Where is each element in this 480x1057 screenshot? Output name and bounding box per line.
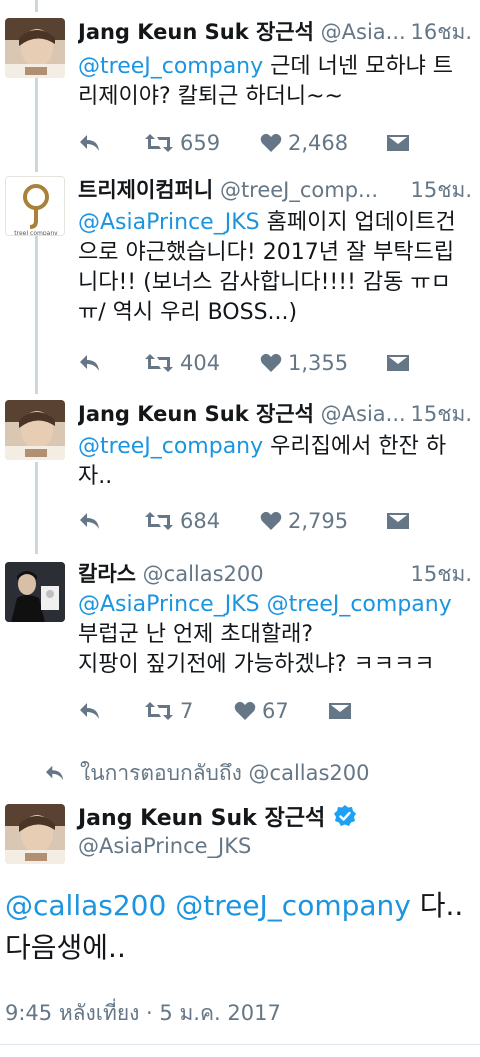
author-handle[interactable]: @callas200 <box>143 562 264 586</box>
focus-avatar[interactable] <box>5 804 65 864</box>
like-button[interactable]: 2,468 <box>260 128 348 158</box>
reply-context[interactable]: ในการตอบกลับถึง @callas200 <box>44 758 370 788</box>
retweet-button[interactable]: 7 <box>144 696 193 726</box>
tweet-header: Jang Keun Suk 장근석 @Asia... 15ชม. <box>78 396 472 432</box>
like-count: 2,468 <box>288 131 349 155</box>
reply-arrow-icon <box>80 135 99 151</box>
avatar[interactable]: treeJ company <box>5 176 65 236</box>
mention-link[interactable]: @treeJ_company <box>78 54 263 79</box>
retweet-button[interactable]: 659 <box>144 128 220 158</box>
author-handle[interactable]: @treeJ_comp... <box>220 178 378 202</box>
focus-name-text: Jang Keun Suk 장근석 <box>78 806 326 831</box>
tweet-header: Jang Keun Suk 장근석 @Asia... 16ชม. <box>78 14 472 50</box>
tweet-actions: 404 1,355 <box>78 348 478 378</box>
mention-link[interactable]: @callas200 <box>5 889 166 922</box>
envelope-icon <box>387 355 409 371</box>
divider <box>0 1044 480 1045</box>
reply-button[interactable] <box>78 128 108 158</box>
author-name[interactable]: Jang Keun Suk 장근석 <box>78 20 314 44</box>
like-button[interactable]: 67 <box>234 696 289 726</box>
focus-tweet-text: @callas200 @treeJ_company 다..다음생에.. <box>5 885 472 969</box>
thread-line-top <box>35 0 38 12</box>
reply-arrow-icon <box>80 355 99 371</box>
tweet-actions: 7 67 <box>78 696 478 726</box>
focus-author-handle[interactable]: @AsiaPrince_JKS <box>78 834 251 858</box>
tweet-2[interactable]: treeJ company 트리제이컴퍼니 @treeJ_comp... 15ช… <box>0 172 480 394</box>
author-handle[interactable]: @Asia... <box>321 402 406 426</box>
retweet-button[interactable]: 684 <box>144 506 220 536</box>
author-name[interactable]: 칼라스 <box>78 562 136 586</box>
envelope-icon <box>387 513 409 529</box>
tweet-text-line: 부럽군 난 언제 초대할래? <box>78 622 314 647</box>
author-handle[interactable]: @Asia... <box>321 20 406 44</box>
avatar[interactable] <box>5 18 65 78</box>
reply-button[interactable] <box>78 506 108 536</box>
like-button[interactable]: 1,355 <box>260 348 348 378</box>
tweet-text: @treeJ_company 근데 너넨 모하냐 트리제이야? 칼퇴근 하더니~… <box>78 52 470 112</box>
tweet-text-line: 지팡이 짚기전에 가능하겠냐? ㅋㅋㅋㅋ <box>78 652 435 677</box>
tweet-time[interactable]: 15ชม. <box>404 556 472 592</box>
like-count: 1,355 <box>288 351 349 375</box>
retweet-count: 659 <box>180 131 221 155</box>
tweet-3[interactable]: Jang Keun Suk 장근석 @Asia... 15ชม. @treeJ_… <box>0 396 480 544</box>
svg-text:treeJ company: treeJ company <box>14 230 58 236</box>
tweet-text: @AsiaPrince_JKS 홈페이지 업데이트건으로 야근했습니다! 201… <box>78 208 470 328</box>
retweet-count: 684 <box>180 509 221 533</box>
reply-arrow-icon <box>80 703 99 719</box>
tweet-time[interactable]: 15ชม. <box>404 396 472 432</box>
dm-button[interactable] <box>386 506 416 536</box>
tweet-1[interactable]: Jang Keun Suk 장근석 @Asia... 16ชม. @treeJ_… <box>0 14 480 164</box>
author-name[interactable]: 트리제이컴퍼니 <box>78 178 213 202</box>
mention-link[interactable]: @AsiaPrince_JKS <box>78 210 260 235</box>
heart-icon <box>260 133 282 152</box>
tweet-text: @treeJ_company 우리집에서 한잔 하자.. <box>78 432 470 492</box>
reply-button[interactable] <box>78 696 108 726</box>
retweet-icon <box>145 512 173 530</box>
envelope-icon <box>329 703 351 719</box>
reply-context-text: ในการตอบกลับถึง @callas200 <box>80 760 370 785</box>
author-name[interactable]: Jang Keun Suk 장근석 <box>78 402 314 426</box>
retweet-count: 7 <box>180 699 194 723</box>
focus-author-name[interactable]: Jang Keun Suk 장근석 <box>78 800 357 832</box>
avatar[interactable] <box>5 400 65 460</box>
verified-badge-icon <box>334 805 357 826</box>
tweet-time[interactable]: 15ชม. <box>404 172 472 208</box>
tweet-header: 트리제이컴퍼니 @treeJ_comp... 15ชม. <box>78 172 472 208</box>
focus-timestamp[interactable]: 9:45 หลังเที่ยง · 5 ม.ค. 2017 <box>5 997 281 1030</box>
like-count: 67 <box>262 699 289 723</box>
avatar[interactable] <box>5 562 65 622</box>
tweet-actions: 659 2,468 <box>78 128 478 158</box>
heart-icon <box>234 701 256 720</box>
tweet-text: @AsiaPrince_JKS @treeJ_company 부럽군 난 언제 … <box>78 590 470 680</box>
mention-link[interactable]: @treeJ_company <box>175 889 411 922</box>
retweet-icon <box>145 354 173 372</box>
retweet-icon <box>145 134 173 152</box>
reply-button[interactable] <box>78 348 108 378</box>
dm-button[interactable] <box>328 696 358 726</box>
like-count: 2,795 <box>288 509 349 533</box>
tweet-actions: 684 2,795 <box>78 506 478 536</box>
dm-button[interactable] <box>386 128 416 158</box>
reply-arrow-icon <box>46 765 64 781</box>
retweet-count: 404 <box>180 351 221 375</box>
mention-link[interactable]: @AsiaPrince_JKS @treeJ_company <box>78 592 452 617</box>
reply-arrow-icon <box>80 513 99 529</box>
like-button[interactable]: 2,795 <box>260 506 348 536</box>
dm-button[interactable] <box>386 348 416 378</box>
tweet-4[interactable]: 칼라스 @callas200 15ชม. @AsiaPrince_JKS @tr… <box>0 556 480 736</box>
tweet-time[interactable]: 16ชม. <box>404 14 472 50</box>
heart-icon <box>260 353 282 372</box>
envelope-icon <box>387 135 409 151</box>
retweet-icon <box>145 702 173 720</box>
tweet-header: 칼라스 @callas200 15ชม. <box>78 556 472 592</box>
heart-icon <box>260 511 282 530</box>
retweet-button[interactable]: 404 <box>144 348 220 378</box>
mention-link[interactable]: @treeJ_company <box>78 434 263 459</box>
